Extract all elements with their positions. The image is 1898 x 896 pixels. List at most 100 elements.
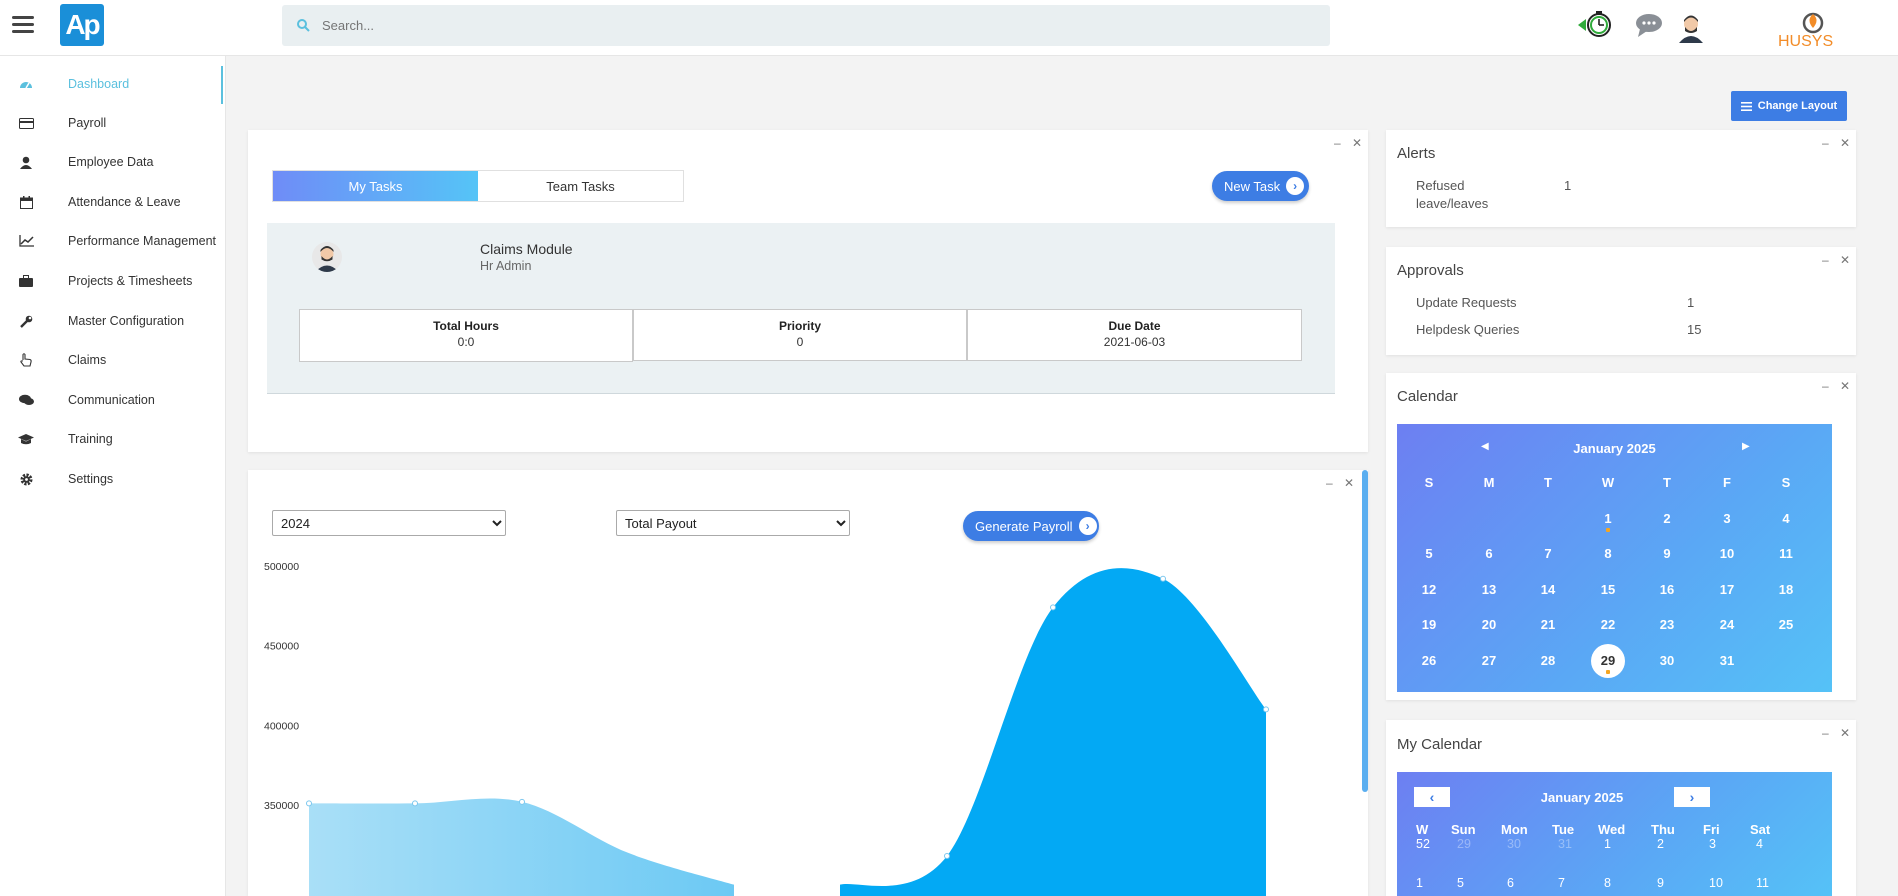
calendar-day[interactable]: 25	[1766, 617, 1806, 632]
due-date-label: Due Date	[1108, 319, 1161, 333]
calendar-day[interactable]: 14	[1528, 582, 1568, 597]
tab-team-tasks[interactable]: Team Tasks	[478, 171, 683, 201]
my-calendar-day[interactable]: 2	[1657, 837, 1664, 851]
calendar-day[interactable]: 10	[1707, 546, 1747, 561]
timer-icon[interactable]	[1576, 10, 1620, 40]
approval-value[interactable]: 15	[1687, 322, 1701, 337]
calendar-day[interactable]: 31	[1707, 653, 1747, 668]
my-calendar-day[interactable]: 8	[1604, 876, 1611, 890]
my-calendar-day[interactable]: 7	[1558, 876, 1565, 890]
calendar-day[interactable]: 30	[1647, 653, 1687, 668]
priority-value: 0	[796, 335, 804, 349]
change-layout-button[interactable]: Change Layout	[1731, 91, 1847, 121]
data-point[interactable]	[306, 800, 312, 807]
week-number: 1	[1416, 876, 1423, 890]
sidebar-item-performance-management[interactable]: Performance Management	[0, 224, 224, 258]
total-hours-label: Total Hours	[433, 319, 499, 333]
alert-value[interactable]: 1	[1564, 178, 1571, 193]
calendar-day[interactable]: 19	[1409, 617, 1449, 632]
calendar-day[interactable]: 9	[1647, 546, 1687, 561]
calendar-day[interactable]: 12	[1409, 582, 1449, 597]
search-bar[interactable]	[282, 5, 1330, 46]
calendar-day[interactable]: 5	[1409, 546, 1449, 561]
card-controls[interactable]: – ✕	[1822, 379, 1854, 393]
next-month-icon[interactable]: ▶	[1742, 441, 1750, 452]
my-calendar-day[interactable]: 31	[1558, 837, 1572, 851]
calendar-widget: ◀ January 2025 ▶ S M T W T F S 1 2 3 4 5 6 7 8 9 10 11 12 1…	[1397, 424, 1832, 692]
calendar-day[interactable]: 8	[1588, 546, 1628, 561]
data-point[interactable]	[519, 798, 525, 805]
my-calendar-day[interactable]: 5	[1457, 876, 1464, 890]
sidebar-item-settings[interactable]: Settings	[0, 462, 224, 496]
hamburger-menu-icon[interactable]	[12, 16, 34, 34]
approval-value[interactable]: 1	[1687, 295, 1694, 310]
my-calendar-day[interactable]: 9	[1657, 876, 1664, 890]
calendar-day[interactable]: 3	[1707, 511, 1747, 526]
my-calendar-day[interactable]: 30	[1507, 837, 1521, 851]
calendar-day[interactable]: 11	[1766, 546, 1806, 561]
calendar-day[interactable]: 18	[1766, 582, 1806, 597]
sidebar-item-training[interactable]: Training	[0, 422, 224, 456]
card-controls[interactable]: – ✕	[1334, 136, 1366, 150]
sidebar-item-employee-data[interactable]: Employee Data	[0, 145, 224, 179]
card-controls[interactable]: – ✕	[1822, 253, 1854, 267]
generate-payroll-button[interactable]: Generate Payroll ›	[963, 511, 1099, 541]
calendar-day[interactable]: 20	[1469, 617, 1509, 632]
my-calendar-day[interactable]: 6	[1507, 876, 1514, 890]
data-point[interactable]	[944, 852, 950, 859]
sidebar-item-claims[interactable]: Claims	[0, 343, 224, 377]
my-calendar-day[interactable]: 1	[1604, 837, 1611, 851]
calendar-day[interactable]: 13	[1469, 582, 1509, 597]
calendar-day[interactable]: 17	[1707, 582, 1747, 597]
data-point[interactable]	[1160, 575, 1166, 582]
data-point[interactable]	[1050, 604, 1056, 611]
sidebar-item-projects-timesheets[interactable]: Projects & Timesheets	[0, 264, 224, 298]
app-logo[interactable]: Ap	[60, 4, 104, 46]
calendar-day[interactable]: 29	[1588, 653, 1628, 668]
calendar-day[interactable]: 26	[1409, 653, 1449, 668]
calendar-day[interactable]: 22	[1588, 617, 1628, 632]
calendar-day[interactable]: 23	[1647, 617, 1687, 632]
weekday-header: T	[1544, 475, 1552, 490]
calendar-day[interactable]: 4	[1766, 511, 1806, 526]
calendar-day[interactable]: 16	[1647, 582, 1687, 597]
sidebar-item-master-configuration[interactable]: Master Configuration	[0, 304, 224, 338]
card-controls[interactable]: – ✕	[1822, 726, 1854, 740]
calendar-day[interactable]: 28	[1528, 653, 1568, 668]
my-calendar-next-button[interactable]: ›	[1674, 787, 1710, 807]
my-calendar-day[interactable]: 4	[1756, 837, 1763, 851]
calendar-day[interactable]: 21	[1528, 617, 1568, 632]
chat-icon[interactable]	[1634, 10, 1664, 40]
sidebar-item-payroll[interactable]: Payroll	[0, 106, 224, 140]
calendar-day[interactable]: 15	[1588, 582, 1628, 597]
new-task-button[interactable]: New Task ›	[1212, 171, 1309, 201]
calendar-day[interactable]: 1	[1588, 511, 1628, 526]
sidebar-item-dashboard[interactable]: Dashboard	[0, 67, 224, 101]
metric-select[interactable]: Total Payout	[616, 510, 850, 536]
calendar-day[interactable]: 2	[1647, 511, 1687, 526]
calendar-day[interactable]: 7	[1528, 546, 1568, 561]
sidebar-item-attendance-leave[interactable]: Attendance & Leave	[0, 185, 224, 219]
card-controls[interactable]: – ✕	[1822, 136, 1854, 150]
calendar-day[interactable]: 6	[1469, 546, 1509, 561]
my-calendar-day[interactable]: 3	[1709, 837, 1716, 851]
search-input[interactable]	[322, 15, 1282, 35]
weekday-header: T	[1663, 475, 1671, 490]
data-point[interactable]	[412, 800, 418, 807]
calendar-day[interactable]: 24	[1707, 617, 1747, 632]
my-calendar-day[interactable]: 11	[1756, 876, 1769, 890]
comments-icon	[18, 392, 34, 408]
approval-label[interactable]: Update Requests	[1416, 294, 1516, 312]
calendar-day[interactable]: 27	[1469, 653, 1509, 668]
year-select[interactable]: 2024	[272, 510, 506, 536]
approval-label[interactable]: Helpdesk Queries	[1416, 321, 1519, 339]
sidebar-item-communication[interactable]: Communication	[0, 383, 224, 417]
chart-scrollbar[interactable]	[1362, 470, 1368, 792]
calendar-icon	[18, 194, 34, 210]
alert-label[interactable]: Refused leave/leaves	[1416, 177, 1516, 213]
user-avatar[interactable]	[1677, 13, 1705, 43]
my-calendar-day[interactable]: 10	[1709, 876, 1723, 890]
data-point[interactable]	[1263, 706, 1269, 713]
tab-my-tasks[interactable]: My Tasks	[273, 171, 478, 201]
my-calendar-day[interactable]: 29	[1457, 837, 1471, 851]
